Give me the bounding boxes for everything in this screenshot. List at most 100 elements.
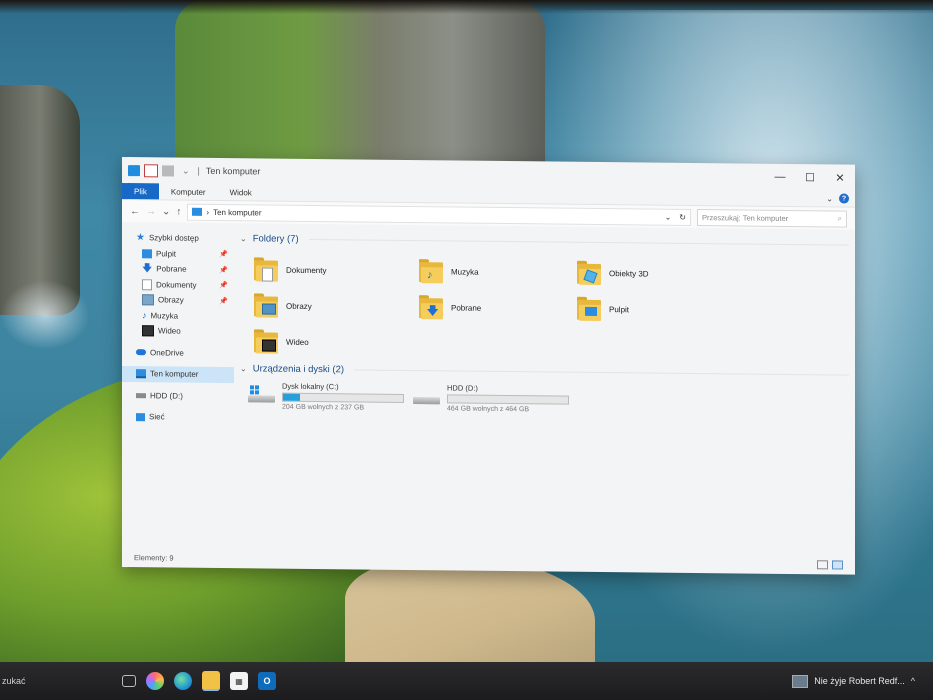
copilot-icon[interactable] <box>146 672 164 690</box>
refresh-icon[interactable]: ↻ <box>679 212 686 221</box>
folders-group-header[interactable]: ⌄ Foldery (7) <box>240 231 849 251</box>
folders-heading: Foldery (7) <box>252 232 299 245</box>
quick-access-dropdown-icon[interactable]: ⌄ <box>182 165 190 176</box>
folder-muzyka[interactable]: ♪ Muzyka <box>419 253 577 291</box>
search-input[interactable]: Przeszukaj: Ten komputer ⌕ <box>697 208 847 228</box>
nav-item-pulpit[interactable]: Pulpit 📌 <box>122 246 234 263</box>
music-icon: ♪ <box>142 309 147 321</box>
nav-label: Pulpit <box>156 249 177 259</box>
nav-network[interactable]: Sieć <box>122 409 234 426</box>
3d-objects-folder-icon <box>577 260 603 286</box>
desktop-folder-icon <box>577 296 603 322</box>
breadcrumb-this-pc[interactable]: Ten komputer <box>213 207 261 217</box>
nav-label: Wideo <box>158 326 181 336</box>
pictures-folder-icon <box>254 292 280 318</box>
file-explorer-icon[interactable] <box>202 671 220 691</box>
task-view-icon[interactable] <box>122 675 136 687</box>
download-icon: 🡇 <box>142 263 153 275</box>
forward-button[interactable]: → <box>146 206 156 217</box>
address-field[interactable]: › Ten komputer ⌄ ↻ <box>187 203 691 226</box>
file-explorer-window[interactable]: ⌄ | Ten komputer — ☐ ✕ Plik Komputer Wid… <box>122 157 855 575</box>
nav-onedrive[interactable]: OneDrive <box>122 345 234 362</box>
nav-item-wideo[interactable]: Wideo <box>122 323 234 340</box>
tiles-view-icon[interactable] <box>832 559 843 570</box>
nav-hdd[interactable]: HDD (D:) <box>122 388 234 405</box>
folder-obiekty-3d[interactable]: Obiekty 3D <box>577 255 727 293</box>
view-toggle <box>817 559 843 570</box>
close-button[interactable]: ✕ <box>825 165 855 189</box>
nav-label: Szybki dostęp <box>148 233 199 244</box>
store-icon[interactable]: ▦ <box>230 672 248 690</box>
drive-c[interactable]: Dysk lokalny (C:) 204 GB wolnych z 237 G… <box>248 381 413 412</box>
news-thumbnail-icon <box>792 674 809 688</box>
folder-label: Obiekty 3D <box>609 268 649 279</box>
tray-chevron-icon[interactable]: ^ <box>911 676 915 686</box>
folder-pobrane[interactable]: 🡇 Pobrane <box>419 289 577 327</box>
pin-icon: 📌 <box>219 251 228 259</box>
properties-icon[interactable] <box>144 163 158 177</box>
tab-plik[interactable]: Plik <box>122 183 159 200</box>
tab-komputer[interactable]: Komputer <box>159 183 218 200</box>
cliff <box>175 0 545 175</box>
new-folder-icon[interactable] <box>162 164 174 177</box>
nav-label: Muzyka <box>150 311 179 321</box>
ribbon-right: ⌄ ? <box>826 190 849 206</box>
pin-icon: 📌 <box>219 297 228 305</box>
folder-pulpit[interactable]: Pulpit <box>577 291 727 329</box>
nav-label: Ten komputer <box>150 369 199 380</box>
help-icon[interactable]: ? <box>839 193 849 204</box>
up-button[interactable]: ↑ <box>176 206 181 217</box>
item-count: Elementy: 9 <box>134 552 174 563</box>
edge-browser-icon[interactable] <box>174 672 192 690</box>
drive-usage-bar <box>282 392 404 403</box>
maximize-button[interactable]: ☐ <box>795 165 825 189</box>
tab-widok[interactable]: Widok <box>218 184 264 200</box>
nav-item-pobrane[interactable]: 🡇 Pobrane 📌 <box>122 261 234 278</box>
folder-dokumenty[interactable]: Dokumenty <box>254 251 419 289</box>
folder-label: Obrazy <box>286 301 312 311</box>
window-title: Ten komputer <box>205 165 261 177</box>
drive-name: HDD (D:) <box>447 383 478 393</box>
navigation-pane: ★ Szybki dostęp Pulpit 📌 🡇 Pobrane 📌 Dok… <box>122 222 234 563</box>
details-view-icon[interactable] <box>817 559 828 569</box>
videos-folder-icon <box>254 328 280 354</box>
folder-label: Wideo <box>286 337 309 347</box>
taskbar-search[interactable]: zukać <box>0 669 42 693</box>
taskbar-apps: ▦ O <box>122 671 276 691</box>
pin-icon: 📌 <box>219 266 228 274</box>
back-button[interactable]: ← <box>130 206 140 217</box>
nav-this-pc[interactable]: Ten komputer <box>122 366 234 383</box>
breadcrumb-separator: › <box>206 207 210 217</box>
hard-drive-icon <box>413 387 441 405</box>
network-icon <box>136 412 145 421</box>
recent-locations-icon[interactable]: ⌄ <box>162 206 170 217</box>
folder-label: Pulpit <box>609 304 630 314</box>
drives-heading: Urządzenia i dyski (2) <box>252 362 345 375</box>
address-dropdown-icon[interactable]: ⌄ <box>665 212 672 221</box>
drive-d[interactable]: HDD (D:) 464 GB wolnych z 464 GB <box>413 383 578 414</box>
news-widget[interactable]: Nie żyje Robert Redf... ^ <box>792 674 915 688</box>
nav-label: Sieć <box>149 412 165 422</box>
drive-usage-bar <box>447 394 569 405</box>
folder-wideo[interactable]: Wideo <box>254 323 419 361</box>
explorer-body: ★ Szybki dostęp Pulpit 📌 🡇 Pobrane 📌 Dok… <box>122 222 855 570</box>
ribbon-expand-icon[interactable]: ⌄ <box>826 194 833 203</box>
nav-quick-access[interactable]: ★ Szybki dostęp <box>122 230 234 247</box>
nav-item-muzyka[interactable]: ♪ Muzyka <box>122 308 234 325</box>
divider <box>354 368 849 376</box>
desktop-icon <box>142 248 152 259</box>
nav-label: Obrazy <box>158 295 184 305</box>
computer-icon <box>136 369 146 379</box>
folder-label: Muzyka <box>451 266 479 277</box>
pin-icon: 📌 <box>219 282 228 290</box>
drives-list: Dysk lokalny (C:) 204 GB wolnych z 237 G… <box>240 381 849 416</box>
drive-name: Dysk lokalny (C:) <box>282 381 339 392</box>
this-pc-icon[interactable] <box>128 164 140 176</box>
folder-obrazy[interactable]: Obrazy <box>254 287 419 325</box>
nav-item-dokumenty[interactable]: Dokumenty 📌 <box>122 277 234 294</box>
minimize-button[interactable]: — <box>765 165 795 189</box>
outlook-icon[interactable]: O <box>258 672 276 690</box>
video-icon <box>142 325 154 337</box>
nav-item-obrazy[interactable]: Obrazy 📌 <box>122 292 234 309</box>
music-folder-icon: ♪ <box>419 258 445 284</box>
